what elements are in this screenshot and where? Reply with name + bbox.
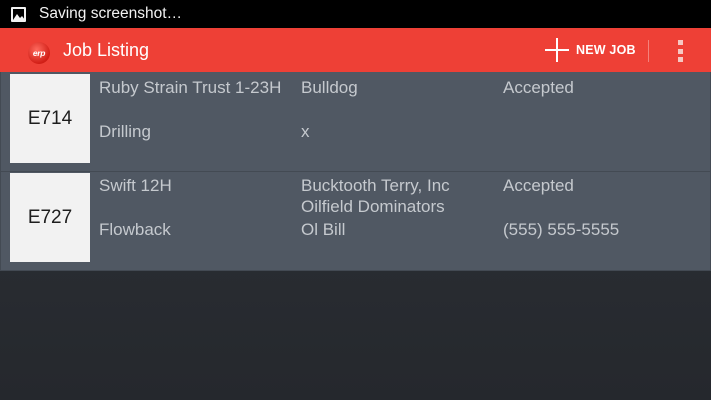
- status-bar: Saving screenshot…: [0, 0, 711, 28]
- job-contact: x: [301, 122, 310, 141]
- job-company-line-2: Oilfield Dominators: [301, 197, 445, 216]
- job-phone: (555) 555-5555: [503, 220, 620, 239]
- overflow-menu-icon[interactable]: [671, 38, 689, 64]
- job-company: Bulldog: [301, 78, 358, 97]
- job-code: E727: [10, 173, 90, 262]
- job-type: Drilling: [99, 122, 151, 141]
- action-bar: erp Job Listing NEW JOB: [0, 28, 711, 75]
- new-job-button[interactable]: NEW JOB: [544, 36, 636, 64]
- status-text: Saving screenshot…: [39, 5, 183, 22]
- job-company: Bucktooth Terry, Inc: [301, 176, 450, 195]
- job-well: Ruby Strain Trust 1-23H: [99, 78, 282, 97]
- page-title: Job Listing: [63, 40, 150, 60]
- job-code: E714: [10, 74, 90, 163]
- job-row[interactable]: E727 Swift 12H Flowback Bucktooth Terry,…: [0, 172, 711, 271]
- app-logo: erp: [28, 42, 50, 64]
- new-job-label: NEW JOB: [576, 43, 636, 57]
- job-list: E714 Ruby Strain Trust 1-23H Drilling Bu…: [0, 72, 711, 271]
- job-row[interactable]: E714 Ruby Strain Trust 1-23H Drilling Bu…: [0, 72, 711, 172]
- job-status: Accepted: [503, 78, 574, 97]
- job-contact: Ol Bill: [301, 220, 346, 239]
- job-well: Swift 12H: [99, 176, 172, 195]
- job-type: Flowback: [99, 220, 171, 239]
- plus-icon: [544, 37, 570, 63]
- job-status: Accepted: [503, 176, 574, 195]
- gallery-icon: [11, 6, 26, 22]
- action-divider: [648, 40, 649, 62]
